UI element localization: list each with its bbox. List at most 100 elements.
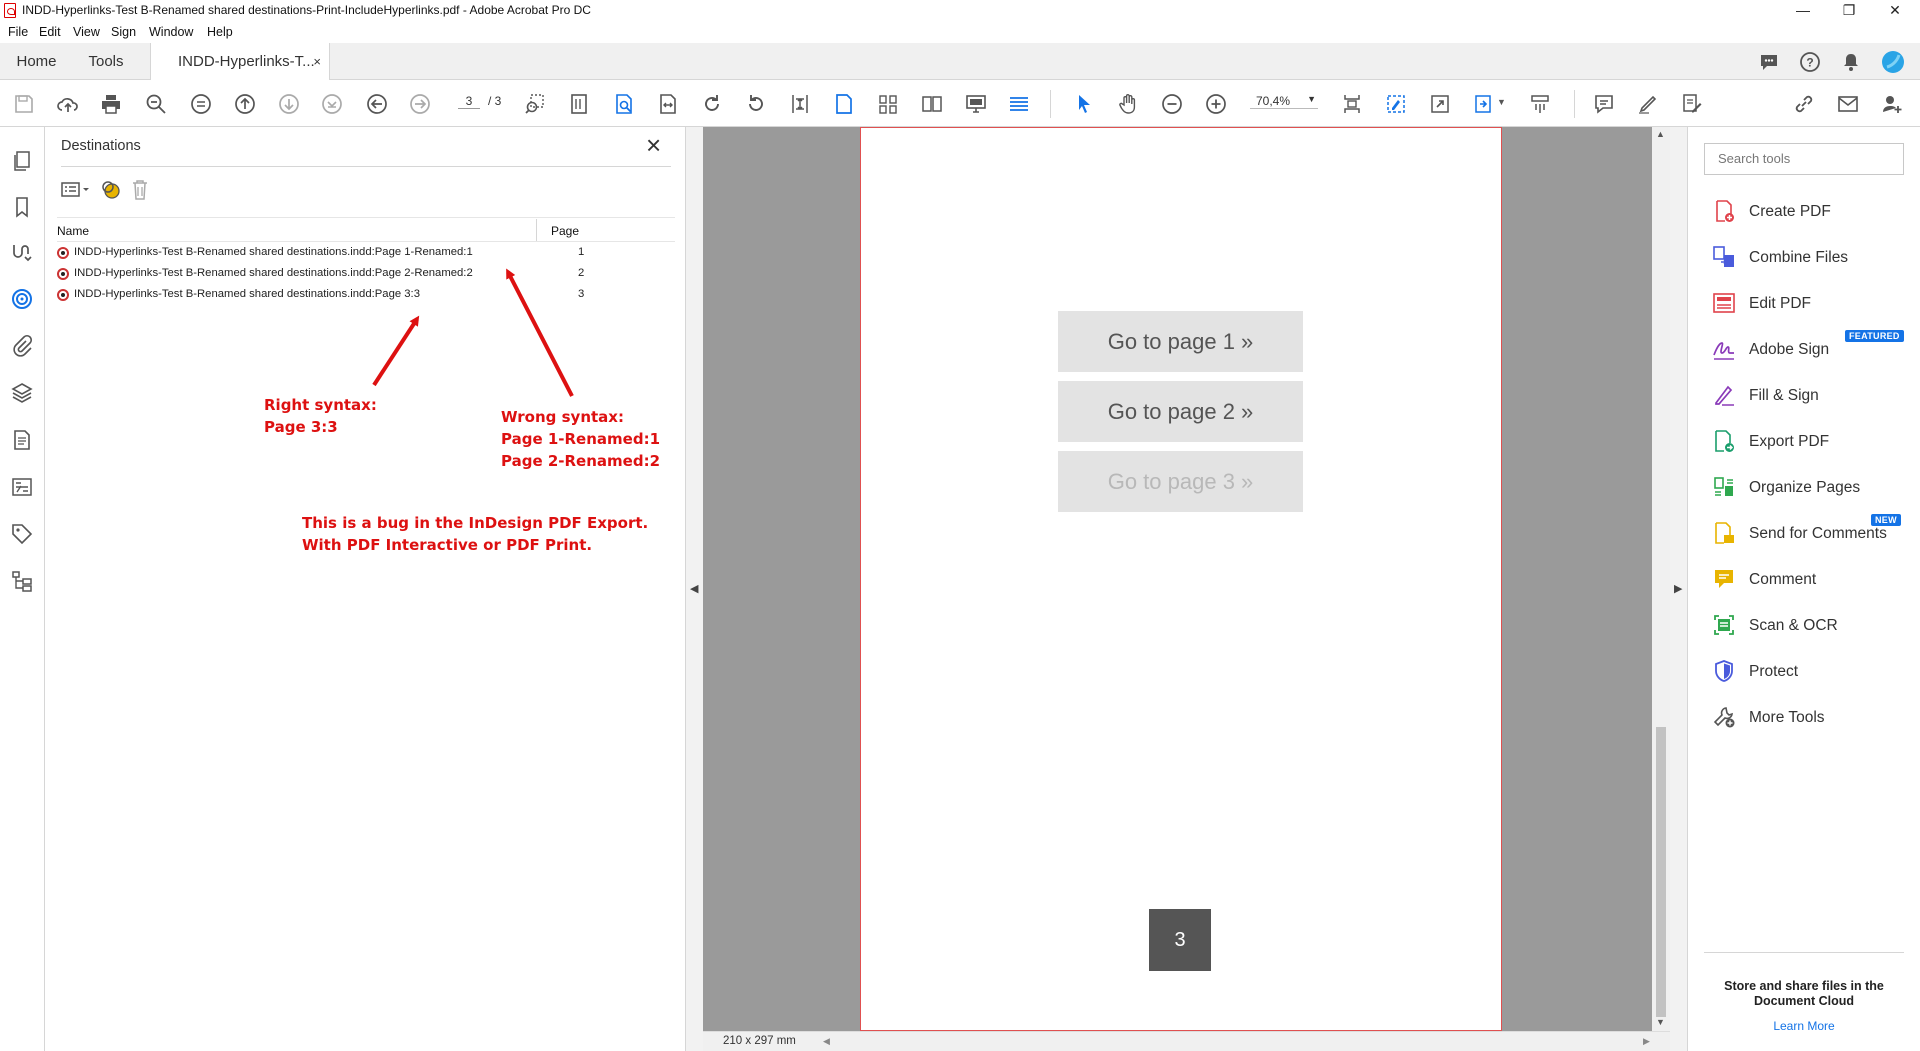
menu-edit[interactable]: Edit xyxy=(39,25,61,39)
next-page-icon[interactable] xyxy=(277,92,301,116)
tags-icon[interactable] xyxy=(10,522,34,546)
fit-page-icon[interactable] xyxy=(788,92,812,116)
content-document-icon[interactable] xyxy=(10,428,34,452)
rotate-clockwise-icon[interactable] xyxy=(700,92,724,116)
page-number-input[interactable]: 3 xyxy=(458,94,480,109)
menu-sign[interactable]: Sign xyxy=(111,25,136,39)
find-icon[interactable] xyxy=(612,92,636,116)
hand-tool-icon[interactable] xyxy=(1116,92,1140,116)
link-share-icon[interactable] xyxy=(1792,92,1816,116)
create-pdf-icon xyxy=(1712,199,1736,223)
collapse-right-icon[interactable]: ▶ xyxy=(1674,582,1682,595)
signatures-icon[interactable] xyxy=(10,241,34,265)
rotate-counterclockwise-icon[interactable] xyxy=(744,92,768,116)
minimize-button[interactable]: — xyxy=(1780,0,1826,22)
page-thumbnails-icon[interactable] xyxy=(10,149,34,173)
upload-cloud-icon[interactable] xyxy=(56,92,80,116)
fit-screen-icon[interactable] xyxy=(1340,92,1364,116)
back-view-icon[interactable] xyxy=(365,92,389,116)
toolbar-divider xyxy=(1050,90,1051,118)
email-icon[interactable] xyxy=(1836,92,1860,116)
export-pdf-icon xyxy=(1712,429,1736,453)
model-tree-icon[interactable] xyxy=(10,569,34,593)
print-icon[interactable] xyxy=(99,92,123,116)
cloud-promo-text: Store and share files in the Document Cl… xyxy=(1724,979,1884,1008)
page-view-icon[interactable] xyxy=(567,92,591,116)
scroll-up-icon[interactable]: ▲ xyxy=(1656,129,1665,139)
two-page-icon[interactable] xyxy=(920,92,944,116)
scroll-left-icon[interactable]: ◀ xyxy=(823,1036,830,1047)
expand-icon[interactable] xyxy=(1428,92,1452,116)
tab-document[interactable]: INDD-Hyperlinks-T... × xyxy=(150,43,330,81)
main-toolbar: 3 / 3 70,4% ▼ ▼ xyxy=(0,80,1920,127)
protect-icon xyxy=(1712,659,1736,683)
scroll-right-icon[interactable]: ▶ xyxy=(1643,1036,1650,1047)
zoom-out-icon[interactable] xyxy=(1160,92,1184,116)
destinations-icon[interactable] xyxy=(10,287,34,311)
title-bar: INDD-Hyperlinks-Test B-Renamed shared de… xyxy=(0,0,1920,22)
share-files-icon[interactable] xyxy=(1472,92,1496,116)
menu-view[interactable]: View xyxy=(73,25,100,39)
menu-window[interactable]: Window xyxy=(149,25,193,39)
zoom-search-icon[interactable] xyxy=(144,92,168,116)
tool-label: More Tools xyxy=(1749,709,1825,726)
comment-note-icon[interactable] xyxy=(1592,92,1616,116)
tool-label: Protect xyxy=(1749,663,1799,680)
order-fields-icon[interactable] xyxy=(10,475,34,499)
wrong-syntax-line-1: Wrong syntax: xyxy=(501,408,624,426)
page-size-label: 210 x 297 mm xyxy=(723,1035,796,1047)
chevron-down-icon: ▼ xyxy=(1307,94,1316,104)
share-dropdown-icon[interactable]: ▼ xyxy=(1497,97,1506,107)
bookmarks-icon[interactable] xyxy=(10,195,34,219)
go-to-page-2-button[interactable]: Go to page 2 » xyxy=(1058,381,1303,442)
scrollbar-thumb[interactable] xyxy=(1656,727,1666,1017)
last-page-icon[interactable] xyxy=(320,92,344,116)
tab-document-label: INDD-Hyperlinks-T... xyxy=(178,53,315,70)
document-viewport[interactable]: Go to page 1 » Go to page 2 » Go to page… xyxy=(703,127,1658,1031)
select-cursor-icon[interactable] xyxy=(1072,92,1096,116)
help-icon[interactable]: ? xyxy=(1799,51,1821,73)
add-user-icon[interactable] xyxy=(1880,92,1904,116)
marquee-zoom-icon[interactable] xyxy=(523,92,547,116)
chat-icon[interactable] xyxy=(1758,51,1780,73)
menu-help[interactable]: Help xyxy=(207,25,233,39)
save-icon[interactable] xyxy=(12,92,36,116)
panel-splitter[interactable]: ◀ xyxy=(685,127,703,1051)
collapse-left-icon[interactable]: ◀ xyxy=(690,582,698,595)
go-to-page-1-button[interactable]: Go to page 1 » xyxy=(1058,311,1303,372)
tools-pane-splitter[interactable]: ▶ xyxy=(1670,127,1688,1051)
learn-more-link[interactable]: Learn More xyxy=(1704,1019,1904,1033)
maximize-button[interactable]: ❐ xyxy=(1826,0,1872,22)
scroll-down-icon[interactable]: ▼ xyxy=(1656,1017,1665,1027)
edit-page-icon[interactable] xyxy=(1384,92,1408,116)
previous-page-icon[interactable] xyxy=(233,92,257,116)
menu-file[interactable]: File xyxy=(8,25,28,39)
attachments-paperclip-icon[interactable] xyxy=(10,334,34,358)
scrolling-pages-icon[interactable] xyxy=(876,92,900,116)
tab-tools[interactable]: Tools xyxy=(73,43,139,80)
tool-label: Create PDF xyxy=(1749,203,1831,220)
forward-view-icon[interactable] xyxy=(408,92,432,116)
close-window-button[interactable]: ✕ xyxy=(1872,0,1918,22)
highlight-pen-icon[interactable] xyxy=(1636,92,1660,116)
tab-close-icon[interactable]: × xyxy=(313,43,321,80)
layers-icon[interactable] xyxy=(10,381,34,405)
redact-icon[interactable] xyxy=(1528,92,1552,116)
zoom-level-select[interactable]: 70,4% ▼ xyxy=(1250,94,1318,109)
zoom-in-icon[interactable] xyxy=(1204,92,1228,116)
vertical-scrollbar[interactable]: ▲ ▼ xyxy=(1652,127,1670,1031)
pdf-page: Go to page 1 » Go to page 2 » Go to page… xyxy=(860,127,1502,1031)
single-page-icon[interactable] xyxy=(832,92,856,116)
notifications-bell-icon[interactable] xyxy=(1840,51,1862,73)
go-to-page-3-button[interactable]: Go to page 3 » xyxy=(1058,451,1303,512)
fit-width-icon[interactable] xyxy=(656,92,680,116)
tool-label: Fill & Sign xyxy=(1749,387,1819,404)
user-avatar[interactable] xyxy=(1881,50,1905,74)
scroll-mode-icon[interactable] xyxy=(189,92,213,116)
presentation-icon[interactable] xyxy=(964,92,988,116)
search-tools-input[interactable]: Search tools xyxy=(1704,143,1904,175)
reading-mode-icon[interactable] xyxy=(1007,92,1031,116)
sign-document-icon[interactable] xyxy=(1680,92,1704,116)
toolbar-divider xyxy=(1574,90,1575,118)
tab-home[interactable]: Home xyxy=(0,43,73,80)
